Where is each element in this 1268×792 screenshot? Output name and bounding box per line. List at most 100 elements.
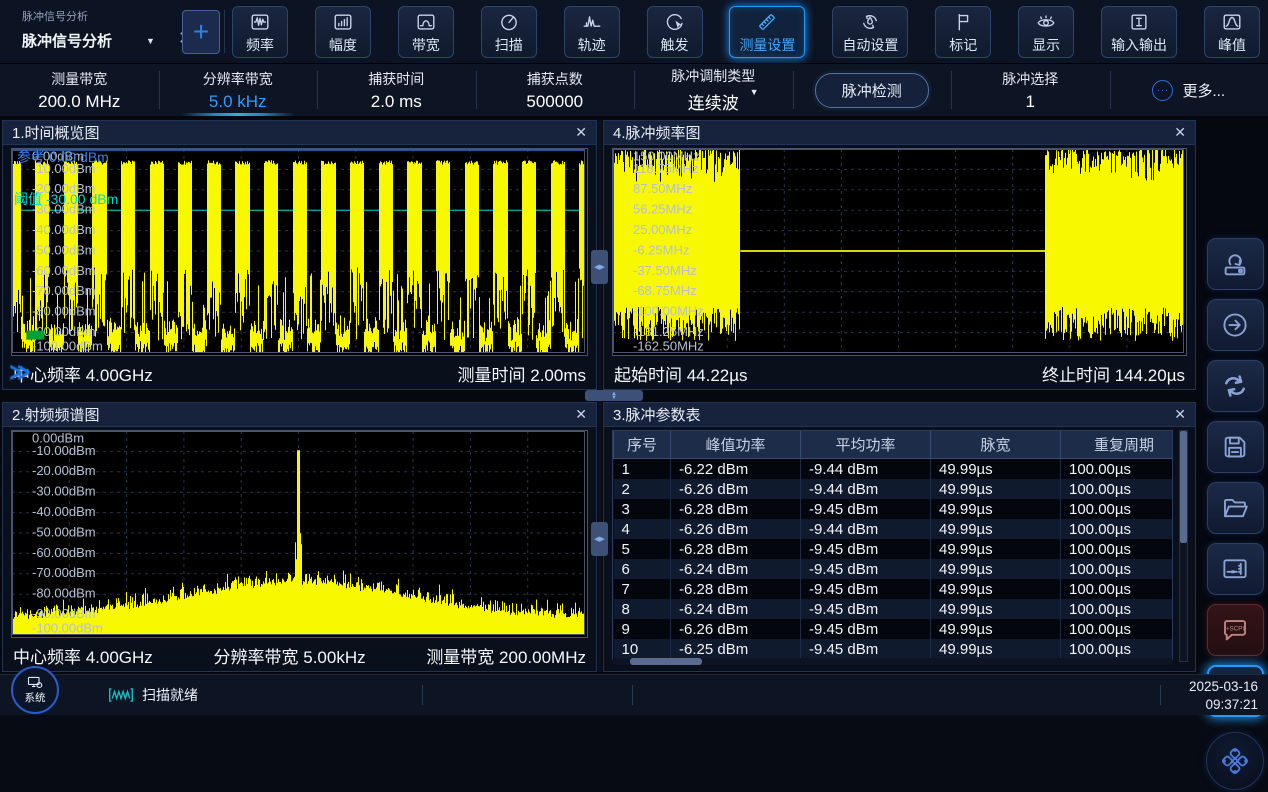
panel-close-icon[interactable]: ✕ — [1174, 124, 1186, 141]
pulse-detect-button[interactable]: 脉冲检测 — [793, 64, 952, 116]
table-row[interactable]: 3-6.28 dBm-9.45 dBm49.99µs100.00µs — [614, 499, 1174, 519]
param-label: 测量带宽 — [51, 69, 107, 89]
capture-points-field[interactable]: 捕获点数 500000 — [476, 64, 635, 116]
trace-button[interactable]: 轨迹 — [564, 6, 620, 58]
trigger-button[interactable]: 触发 — [647, 6, 703, 58]
frequency-icon — [249, 11, 271, 33]
marker-button[interactable]: 标记 — [935, 6, 991, 58]
table-cell: -6.24 dBm — [671, 559, 801, 579]
param-value: 500000 — [526, 92, 583, 112]
trace-marker[interactable] — [26, 331, 44, 340]
add-tab-button[interactable]: + — [182, 10, 220, 54]
auto-setup-button-label: 自动设置 — [842, 35, 898, 55]
preset-button[interactable] — [1207, 238, 1264, 290]
quick-menu-button[interactable] — [1206, 732, 1264, 790]
table-row[interactable]: 5-6.28 dBm-9.45 dBm49.99µs100.00µs — [614, 539, 1174, 559]
date: 2025-03-16 — [1189, 678, 1258, 696]
auto-setup-button[interactable]: 自动设置 — [832, 6, 908, 58]
bandwidth-button[interactable]: 带宽 — [398, 6, 454, 58]
vertical-splitter-handle[interactable]: ◀▶ — [591, 250, 608, 284]
y-axis-tick-label: 87.50MHz — [633, 181, 692, 196]
peak-button[interactable]: 峰值 — [1204, 6, 1260, 58]
table-cell: 100.00µs — [1061, 619, 1174, 639]
table-cell: 100.00µs — [1061, 459, 1174, 480]
center-frequency-readout: 中心频率 4.00GHz — [13, 643, 153, 668]
frequency-button[interactable]: 频率 — [232, 6, 288, 58]
y-axis-tick-label: -60.00dBm — [32, 263, 96, 278]
pulse-detect-pill-button[interactable]: 脉冲检测 — [815, 73, 929, 108]
panel-close-icon[interactable]: ✕ — [575, 124, 587, 141]
capture-time-field[interactable]: 捕获时间2.0 ms — [317, 64, 476, 116]
restart-sweep-icon — [1220, 371, 1250, 401]
table-cell: 100.00µs — [1061, 479, 1174, 499]
y-axis-tick-label: -80.00dBm — [32, 304, 96, 319]
table-row[interactable]: 8-6.24 dBm-9.45 dBm49.99µs100.00µs — [614, 599, 1174, 619]
pulse-select-field[interactable]: 脉冲选择1 — [951, 64, 1110, 116]
trigger-icon — [664, 11, 686, 33]
table-row[interactable]: 4-6.26 dBm-9.44 dBm49.99µs100.00µs — [614, 519, 1174, 539]
table-horizontal-scrollbar[interactable] — [612, 658, 1173, 665]
table-row[interactable]: 10-6.25 dBm-9.45 dBm49.99µs100.00µs — [614, 639, 1174, 659]
amplitude-button[interactable]: 幅度 — [315, 6, 371, 58]
start-time-readout: 起始时间 44.22µs — [614, 361, 748, 386]
table-row[interactable]: 9-6.26 dBm-9.45 dBm49.99µs100.00µs — [614, 619, 1174, 639]
rf-spectrum-plot[interactable]: 0.00dBm-10.00dBm-20.00dBm-30.00dBm-40.00… — [11, 430, 588, 638]
vertical-splitter-handle[interactable]: ◀▶ — [591, 522, 608, 556]
sweep-button[interactable]: 扫描 — [481, 6, 537, 58]
panel-close-icon[interactable]: ✕ — [575, 406, 587, 423]
system-button[interactable]: 系统 — [11, 666, 59, 714]
time-overview-plot[interactable]: 0.00dBm-10.00dBm-20.00dBm-30.00dBm-40.00… — [11, 148, 588, 356]
param-label: 捕获点数 — [527, 69, 583, 89]
measure-setup-button-label: 测量设置 — [739, 35, 795, 55]
header-divider — [224, 10, 225, 53]
table-cell: 10 — [614, 639, 671, 659]
y-axis-tick-label: -10.00dBm — [32, 443, 96, 458]
pulse-table-viewport: 序号峰值功率平均功率脉宽重复周期1-6.22 dBm-9.44 dBm49.99… — [612, 430, 1173, 662]
tab-dropdown-caret-icon[interactable]: ▼ — [146, 36, 155, 46]
table-row[interactable]: 6-6.24 dBm-9.45 dBm49.99µs100.00µs — [614, 559, 1174, 579]
column-header[interactable]: 脉宽 — [931, 431, 1061, 459]
continue-arrow-icon — [1220, 310, 1250, 340]
y-axis-tick-label: -90.00dBm — [32, 606, 96, 621]
horizontal-splitter-handle[interactable]: ▲▼ — [585, 390, 643, 401]
measure-bandwidth-field[interactable]: 测量带宽200.0 MHz — [0, 64, 159, 116]
panel-header: 4.脉冲频率图 ✕ — [604, 121, 1195, 145]
more-button[interactable]: ...更多... — [1110, 64, 1268, 116]
column-header[interactable]: 序号 — [614, 431, 671, 459]
table-cell: 4 — [614, 519, 671, 539]
dropdown-caret-icon[interactable]: ▼ — [750, 87, 759, 97]
column-header[interactable]: 峰值功率 — [671, 431, 801, 459]
table-vertical-scrollbar[interactable] — [1179, 430, 1188, 662]
measure-setup-button[interactable]: 测量设置 — [729, 6, 805, 58]
display-setup-button[interactable] — [1207, 543, 1264, 595]
table-cell: 49.99µs — [931, 519, 1061, 539]
column-header[interactable]: 平均功率 — [801, 431, 931, 459]
table-row[interactable]: 7-6.28 dBm-9.45 dBm49.99µs100.00µs — [614, 579, 1174, 599]
table-cell: 49.99µs — [931, 579, 1061, 599]
scpi-button[interactable]: +SCPI — [1207, 604, 1264, 656]
input-output-button[interactable]: 输入输出 — [1101, 6, 1177, 58]
open-button[interactable] — [1207, 482, 1264, 534]
pulse-frequency-plot[interactable]: 150.00MHz118.75MHz87.50MHz56.25MHz25.00M… — [612, 148, 1187, 356]
table-cell: 49.99µs — [931, 539, 1061, 559]
main-toolbar: 频率幅度带宽扫描 轨迹触发测量设置 自动设置 标记显示输入输出峰值 — [232, 6, 1260, 58]
restart-button[interactable] — [1207, 360, 1264, 412]
table-row[interactable]: 2-6.26 dBm-9.44 dBm49.99µs100.00µs — [614, 479, 1174, 499]
table-cell: -6.24 dBm — [671, 599, 801, 619]
table-row[interactable]: 1-6.22 dBm-9.44 dBm49.99µs100.00µs — [614, 459, 1174, 480]
scrollbar-thumb[interactable] — [1180, 431, 1187, 543]
app-tab[interactable]: 脉冲信号分析 脉冲信号分析 ▼ ✕ + — [0, 0, 232, 63]
display-button[interactable]: 显示 — [1018, 6, 1074, 58]
sweep-icon — [498, 11, 520, 33]
sweep-button-label: 扫描 — [495, 35, 523, 55]
resolution-bandwidth-field[interactable]: 分辨率带宽5.0 kHz — [159, 64, 318, 116]
expand-chevrons-icon[interactable]: ≫ — [9, 360, 31, 385]
measure-setup-icon — [756, 11, 778, 33]
save-button[interactable] — [1207, 421, 1264, 473]
svg-text:+SCPI: +SCPI — [1226, 626, 1245, 633]
column-header[interactable]: 重复周期 — [1061, 431, 1174, 459]
panel-close-icon[interactable]: ✕ — [1174, 406, 1186, 423]
pulse-mod-type-dropdown[interactable]: 脉冲调制类型▼连续波 — [634, 64, 793, 116]
continue-button[interactable] — [1207, 299, 1264, 351]
scrollbar-thumb[interactable] — [630, 658, 702, 665]
